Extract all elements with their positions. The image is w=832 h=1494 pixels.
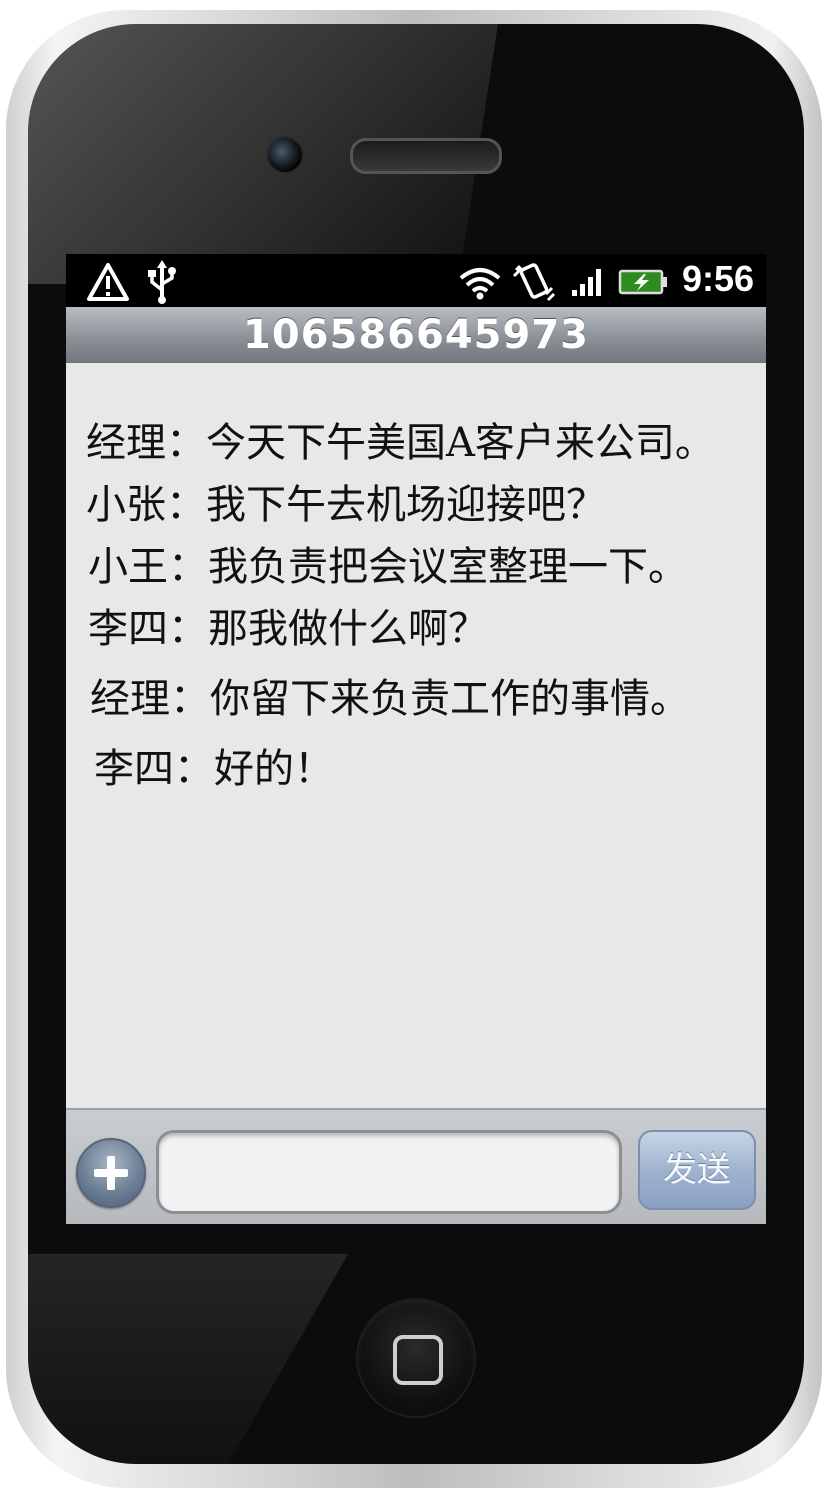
message-item: 小张：我下午去机场迎接吧？ bbox=[86, 482, 606, 528]
message-item: 李四：那我做什么啊？ bbox=[88, 606, 488, 652]
message-list: 经理：今天下午美国A客户来公司。 小张：我下午去机场迎接吧？ 小王：我负责把会议… bbox=[66, 363, 766, 1108]
send-button[interactable]: 发送 bbox=[638, 1130, 756, 1210]
attach-button[interactable] bbox=[76, 1138, 146, 1208]
home-button[interactable] bbox=[358, 1300, 474, 1416]
status-time: 9:56 bbox=[681, 258, 754, 299]
compose-bar: 发送 bbox=[66, 1108, 766, 1224]
usb-icon bbox=[148, 260, 176, 304]
battery-charging-icon bbox=[618, 269, 667, 295]
vibrate-icon bbox=[512, 263, 556, 302]
message-item: 经理：你留下来负责工作的事情。 bbox=[90, 676, 690, 722]
message-item: 小王：我负责把会议室整理一下。 bbox=[88, 544, 688, 590]
signal-icon bbox=[572, 269, 601, 296]
warning-icon bbox=[87, 263, 129, 301]
status-bar: 9:56 bbox=[66, 254, 766, 307]
plus-icon bbox=[94, 1156, 128, 1190]
front-camera bbox=[266, 136, 304, 174]
phone-screen: 9:56 106586645973 经理：今天下午美国A客户来公司。 小张：我下… bbox=[66, 254, 766, 1224]
message-item: 经理：今天下午美国A客户来公司。 bbox=[86, 420, 715, 466]
earpiece-speaker bbox=[350, 138, 502, 174]
contact-number: 106586645973 bbox=[243, 312, 589, 358]
home-square-icon bbox=[393, 1335, 443, 1385]
message-input[interactable] bbox=[156, 1130, 622, 1214]
message-item: 李四：好的！ bbox=[94, 746, 334, 792]
wifi-icon bbox=[459, 268, 501, 300]
conversation-header: 106586645973 bbox=[66, 307, 766, 363]
